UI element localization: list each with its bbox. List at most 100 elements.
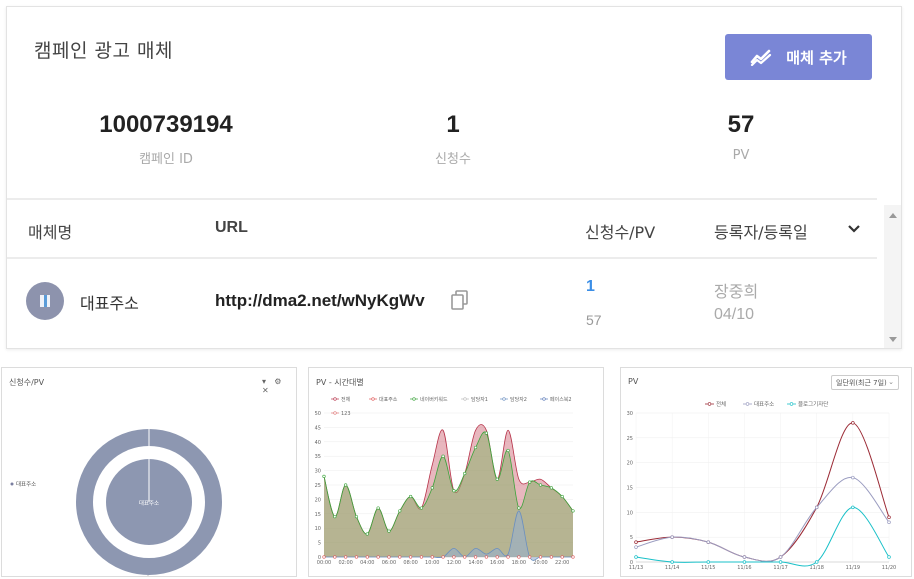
panel-title: PV - 시간대별 bbox=[316, 378, 364, 387]
data-point bbox=[387, 529, 391, 533]
divider bbox=[7, 257, 877, 259]
legend-label: 대표주소 bbox=[379, 396, 398, 403]
series-line bbox=[635, 477, 890, 562]
y-tick-label: 15 bbox=[315, 512, 321, 518]
header-media-name[interactable]: 매체명 bbox=[28, 219, 72, 243]
data-point bbox=[560, 555, 564, 559]
data-point bbox=[398, 509, 402, 513]
panel-tools[interactable]: ▾ ⚙ ✕ bbox=[262, 377, 296, 395]
legend-label: 123 bbox=[341, 411, 351, 417]
data-point bbox=[419, 555, 424, 559]
header-url[interactable]: URL bbox=[215, 219, 248, 237]
add-media-button[interactable]: 매체 추가 bbox=[725, 34, 872, 80]
chevron-down-icon: ⌄ bbox=[888, 378, 894, 386]
data-point bbox=[441, 454, 445, 458]
data-point bbox=[528, 555, 532, 559]
period-select[interactable]: 일단위(최근 7일) ⌄ bbox=[831, 375, 899, 390]
data-point bbox=[484, 555, 488, 559]
donut-center-label: 대표주소 bbox=[139, 499, 159, 507]
scroll-down-arrow-icon[interactable] bbox=[889, 337, 897, 342]
data-point bbox=[365, 555, 369, 559]
x-tick-label: 20:00 bbox=[533, 560, 547, 566]
media-name: 대표주소 bbox=[80, 294, 139, 313]
data-point bbox=[398, 555, 402, 559]
legend-marker bbox=[789, 402, 794, 406]
data-point bbox=[670, 535, 674, 539]
data-point bbox=[365, 532, 369, 536]
legend-label: 네이버키워드 bbox=[420, 396, 448, 403]
document-icon bbox=[40, 295, 50, 307]
data-point bbox=[473, 555, 478, 559]
donut-legend-label: 대표주소 bbox=[16, 480, 36, 488]
data-point bbox=[814, 505, 819, 510]
donut-leader-line bbox=[147, 575, 149, 576]
data-point bbox=[452, 555, 456, 559]
card-title: 캠페인 광고 매체 bbox=[34, 40, 173, 62]
legend-marker bbox=[542, 397, 546, 401]
data-point bbox=[778, 555, 783, 559]
series-area bbox=[324, 431, 573, 557]
data-point bbox=[333, 515, 337, 519]
table-scrollbar[interactable] bbox=[884, 205, 901, 348]
y-tick-label: 25 bbox=[315, 483, 321, 489]
y-tick-label: 20 bbox=[627, 461, 633, 467]
data-point bbox=[506, 448, 510, 453]
data-point bbox=[634, 545, 638, 549]
data-point bbox=[376, 555, 380, 559]
stat-label: 캠페인 ID bbox=[139, 152, 193, 167]
x-tick-label: 06:00 bbox=[382, 560, 396, 566]
data-point bbox=[430, 486, 434, 490]
data-point bbox=[778, 560, 783, 564]
campaign-media-card: 캠페인 광고 매체 매체 추가 1000739194 캠페인 ID 1 신청수 … bbox=[6, 6, 902, 349]
legend-label: 블로그기자단 bbox=[798, 400, 828, 408]
copy-icon[interactable] bbox=[451, 290, 469, 310]
y-tick-label: 30 bbox=[627, 411, 633, 417]
data-point bbox=[706, 560, 711, 564]
pv-daily-panel: 0 5 10 15 20 25 30 11/13 11/14 11/15 11/16 11/17 11/… bbox=[620, 367, 912, 577]
x-tick-label: 12:00 bbox=[447, 560, 461, 566]
scroll-up-arrow-icon[interactable] bbox=[889, 213, 897, 218]
header-apps-pv[interactable]: 신청수/PV bbox=[585, 219, 655, 243]
data-point bbox=[549, 555, 553, 559]
chevron-down-icon[interactable] bbox=[847, 222, 861, 236]
legend-marker bbox=[463, 397, 467, 401]
y-tick-label: 30 bbox=[315, 469, 321, 475]
pv-hourly-panel: 0 5 10 15 20 25 30 35 40 45 50 00:00 02:00 04:00 06:00… bbox=[308, 367, 604, 577]
x-tick-label: 11/14 bbox=[665, 565, 679, 571]
application-count-link[interactable]: 1 bbox=[586, 278, 595, 296]
stat-campaign-id: 1000739194 캠페인 ID bbox=[46, 111, 286, 167]
y-tick-label: 5 bbox=[630, 535, 633, 541]
header-registrant-date[interactable]: 등록자/등록일 bbox=[714, 219, 808, 243]
data-point bbox=[506, 555, 510, 559]
period-select-value: 일단위(최근 7일) bbox=[836, 379, 887, 387]
data-point bbox=[463, 555, 467, 559]
add-media-button-label: 매체 추가 bbox=[786, 48, 847, 67]
data-point bbox=[528, 480, 532, 484]
data-point bbox=[634, 540, 638, 544]
y-tick-label: 10 bbox=[315, 526, 321, 532]
x-tick-label: 02:00 bbox=[338, 560, 352, 566]
stat-applications: 1 신청수 bbox=[333, 111, 573, 167]
legend-label: 페이스북2 bbox=[550, 396, 572, 403]
y-tick-label: 5 bbox=[318, 541, 321, 547]
pv-count: 57 bbox=[586, 312, 602, 328]
series-line bbox=[635, 422, 890, 562]
data-point bbox=[538, 483, 543, 487]
x-tick-label: 10:00 bbox=[425, 560, 439, 566]
media-url: http://dma2.net/wNyKgWv bbox=[215, 291, 425, 310]
x-tick-label: 11/17 bbox=[773, 565, 787, 571]
legend-marker bbox=[707, 402, 712, 406]
x-tick-label: 11/13 bbox=[629, 565, 643, 571]
data-point bbox=[634, 555, 638, 559]
stat-label: PV bbox=[732, 148, 750, 163]
data-point bbox=[571, 555, 575, 559]
data-point bbox=[851, 505, 855, 510]
legend-label: 전체 bbox=[341, 396, 351, 403]
data-point bbox=[560, 494, 564, 499]
legend-marker bbox=[371, 397, 375, 401]
legend-label: 담당자1 bbox=[471, 396, 488, 403]
data-point bbox=[538, 555, 543, 559]
y-tick-label: 15 bbox=[627, 486, 633, 492]
data-point bbox=[344, 555, 348, 559]
data-point bbox=[742, 555, 747, 559]
